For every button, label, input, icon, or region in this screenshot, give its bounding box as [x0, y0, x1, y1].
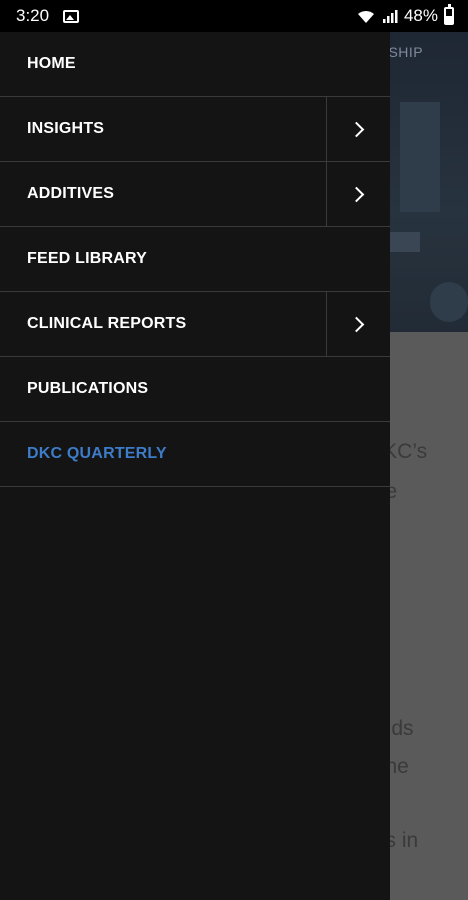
chevron-right-icon — [348, 121, 365, 137]
menu-item-home[interactable]: HOME — [0, 32, 390, 97]
chevron-right-icon — [348, 316, 365, 332]
menu-item-label: INSIGHTS — [27, 120, 105, 137]
battery-percent: 48% — [403, 6, 438, 25]
menu-item-label: HOME — [27, 55, 76, 72]
status-time: 3:20 — [16, 6, 50, 25]
menu-item-label: CLINICAL REPORTS — [27, 315, 187, 332]
wifi-icon — [357, 10, 374, 23]
expand-insights-button[interactable] — [326, 97, 390, 161]
expand-clinical-reports-button[interactable] — [326, 292, 390, 356]
menu-item-label: ADDITIVES — [27, 185, 115, 202]
status-bar: 3:20 48% — [0, 0, 468, 32]
menu-item-label-active: DKC QUARTERLY — [27, 445, 167, 462]
menu-item-feed-library[interactable]: FEED LIBRARY — [0, 227, 390, 292]
battery-fill — [446, 16, 452, 23]
chevron-right-icon — [348, 186, 365, 202]
battery-icon — [444, 4, 454, 25]
menu-item-publications[interactable]: PUBLICATIONS — [0, 357, 390, 422]
menu-item-label: PUBLICATIONS — [27, 380, 149, 397]
menu-item-additives[interactable]: ADDITIVES — [0, 162, 390, 227]
expand-additives-button[interactable] — [326, 162, 390, 226]
navigation-drawer: HOME INSIGHTS ADDITIVES FEED LIBRARY CLI… — [0, 32, 390, 900]
gallery-notification-icon — [63, 9, 80, 23]
menu-item-label: FEED LIBRARY — [27, 250, 148, 267]
menu-item-dkc-quarterly[interactable]: DKC QUARTERLY — [0, 422, 390, 487]
menu-item-clinical-reports[interactable]: CLINICAL REPORTS — [0, 292, 390, 357]
signal-icon — [382, 10, 398, 23]
menu-item-insights[interactable]: INSIGHTS — [0, 97, 390, 162]
status-indicators: 48% — [356, 4, 454, 26]
